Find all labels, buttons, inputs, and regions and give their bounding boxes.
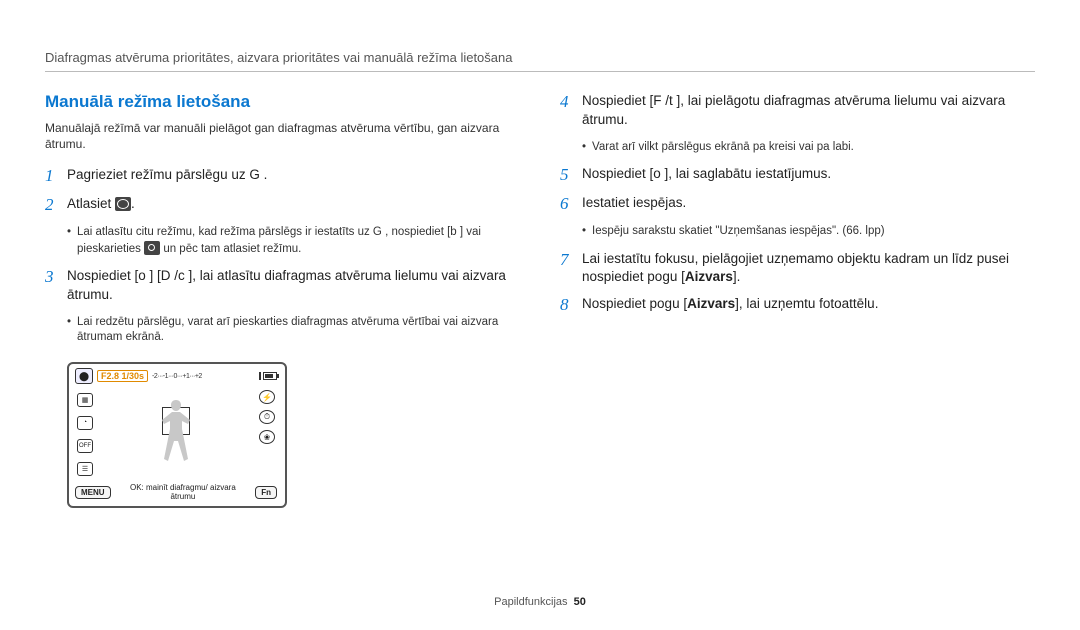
sub-text-b: un pēc tam atlasiet režīmu. <box>160 243 301 255</box>
timer-icon: ⏱ <box>259 410 275 424</box>
lcd-bottom-bar: MENU OK: mainīt diafragmu/ aizvara ātrum… <box>75 484 277 502</box>
page-footer: Papildfunkcijas 50 <box>0 596 1080 608</box>
step-2: 2 Atlasiet . <box>45 195 520 215</box>
globe-icon <box>115 197 131 211</box>
page-number: 50 <box>574 596 586 608</box>
step-3: 3 Nospiediet [o ] [D /c ], lai atlasītu … <box>45 267 520 305</box>
side-icon: ☰ <box>77 462 93 476</box>
step-number: 6 <box>560 194 582 214</box>
step-text-b: ], lai uzņemtu fotoattēlu. <box>735 296 878 311</box>
step-1: 1 Pagrieziet režīmu pārslēgu uz G . <box>45 166 520 186</box>
lcd-viewport-row: ▦ ◔ OFF ☰ ⚡ ⏱ ❀ <box>75 388 277 480</box>
person-silhouette-icon <box>152 398 200 480</box>
section-title: Manuālā režīma lietošana <box>45 92 520 112</box>
side-icon: OFF <box>77 439 93 453</box>
sub-item: Iespēju sarakstu skatiet "Uzņemšanas ies… <box>582 224 1035 240</box>
step-8: 8 Nospiediet pogu [Aizvars], lai uzņemtu… <box>560 295 1035 315</box>
menu-button[interactable]: MENU <box>75 486 111 499</box>
left-column: Manuālā režīma lietošana Manuālajā režīm… <box>45 92 520 508</box>
footer-section: Papildfunkcijas <box>494 596 567 608</box>
battery-icon <box>263 372 277 380</box>
step-text-a: Atlasiet <box>67 196 115 211</box>
exposure-readout: F2.8 1/30s <box>97 370 148 382</box>
lcd-preview: ⬤ F2.8 1/30s -2···-1···0···+1···+2 ▦ ◔ O… <box>67 362 287 508</box>
step-text: Nospiediet [o ], lai saglabātu iestatīju… <box>582 165 1035 184</box>
ev-scale: -2···-1···0···+1···+2 <box>152 373 202 380</box>
step-text-a: Lai iestatītu fokusu, pielāgojiet uzņema… <box>582 251 1009 285</box>
step-number: 8 <box>560 295 582 315</box>
right-column: 4 Nospiediet [F /t ], lai pielāgotu diaf… <box>560 92 1035 508</box>
flash-icon: ⚡ <box>259 390 275 404</box>
step-text-b: ]. <box>733 269 741 284</box>
mode-icon: ⬤ <box>75 368 93 384</box>
step-number: 4 <box>560 92 582 112</box>
side-icon: ◔ <box>77 416 93 430</box>
divider <box>45 71 1035 72</box>
content-columns: Manuālā režīma lietošana Manuālajā režīm… <box>45 92 1035 508</box>
step-number: 2 <box>45 195 67 215</box>
lcd-hint-text: OK: mainīt diafragmu/ aizvara ātrumu <box>117 484 250 502</box>
step-text: Atlasiet . <box>67 195 520 214</box>
lcd-viewport <box>95 388 257 480</box>
fn-button[interactable]: Fn <box>255 486 277 499</box>
step-number: 1 <box>45 166 67 186</box>
step-text: Nospiediet [o ] [D /c ], lai atlasītu di… <box>67 267 520 305</box>
sub-item: Varat arī vilkt pārslēgus ekrānā pa krei… <box>582 140 1035 156</box>
step-text: Iestatiet iespējas. <box>582 194 1035 213</box>
macro-icon: ❀ <box>259 430 275 444</box>
step-2-sub: Lai atlasītu citu režīmu, kad režīma pār… <box>45 225 520 257</box>
status-icons <box>259 372 277 380</box>
step-6-sub: Iespēju sarakstu skatiet "Uzņemšanas ies… <box>560 224 1035 240</box>
camera-icon <box>144 241 160 255</box>
step-number: 7 <box>560 250 582 270</box>
step-text-a: Nospiediet pogu [ <box>582 296 687 311</box>
step-4-sub: Varat arī vilkt pārslēgus ekrānā pa krei… <box>560 140 1035 156</box>
step-text-b: . <box>131 196 135 211</box>
step-3-sub: Lai redzētu pārslēgu, varat arī pieskart… <box>45 315 520 346</box>
side-icon: ▦ <box>77 393 93 407</box>
step-text: Nospiediet [F /t ], lai pielāgotu diafra… <box>582 92 1035 130</box>
step-text: Lai iestatītu fokusu, pielāgojiet uzņema… <box>582 250 1035 288</box>
intro-text: Manuālajā režīmā var manuāli pielāgot ga… <box>45 120 520 152</box>
step-number: 5 <box>560 165 582 185</box>
step-number: 3 <box>45 267 67 287</box>
step-4: 4 Nospiediet [F /t ], lai pielāgotu diaf… <box>560 92 1035 130</box>
left-icon-col: ▦ ◔ OFF ☰ <box>75 388 95 480</box>
step-7: 7 Lai iestatītu fokusu, pielāgojiet uzņe… <box>560 250 1035 288</box>
lcd-top-bar: ⬤ F2.8 1/30s -2···-1···0···+1···+2 <box>75 368 277 384</box>
step-6: 6 Iestatiet iespējas. <box>560 194 1035 214</box>
breadcrumb: Diafragmas atvēruma prioritātes, aizvara… <box>45 50 1035 65</box>
aizvars-label: Aizvars <box>687 296 735 311</box>
aizvars-label: Aizvars <box>685 269 733 284</box>
step-text: Pagrieziet režīmu pārslēgu uz G . <box>67 166 520 185</box>
signal-bar-icon <box>259 372 261 380</box>
right-icon-col: ⚡ ⏱ ❀ <box>257 388 277 480</box>
step-5: 5 Nospiediet [o ], lai saglabātu iestatī… <box>560 165 1035 185</box>
sub-item: Lai atlasītu citu režīmu, kad režīma pār… <box>67 225 520 257</box>
sub-item: Lai redzētu pārslēgu, varat arī pieskart… <box>67 315 520 346</box>
step-text: Nospiediet pogu [Aizvars], lai uzņemtu f… <box>582 295 1035 314</box>
